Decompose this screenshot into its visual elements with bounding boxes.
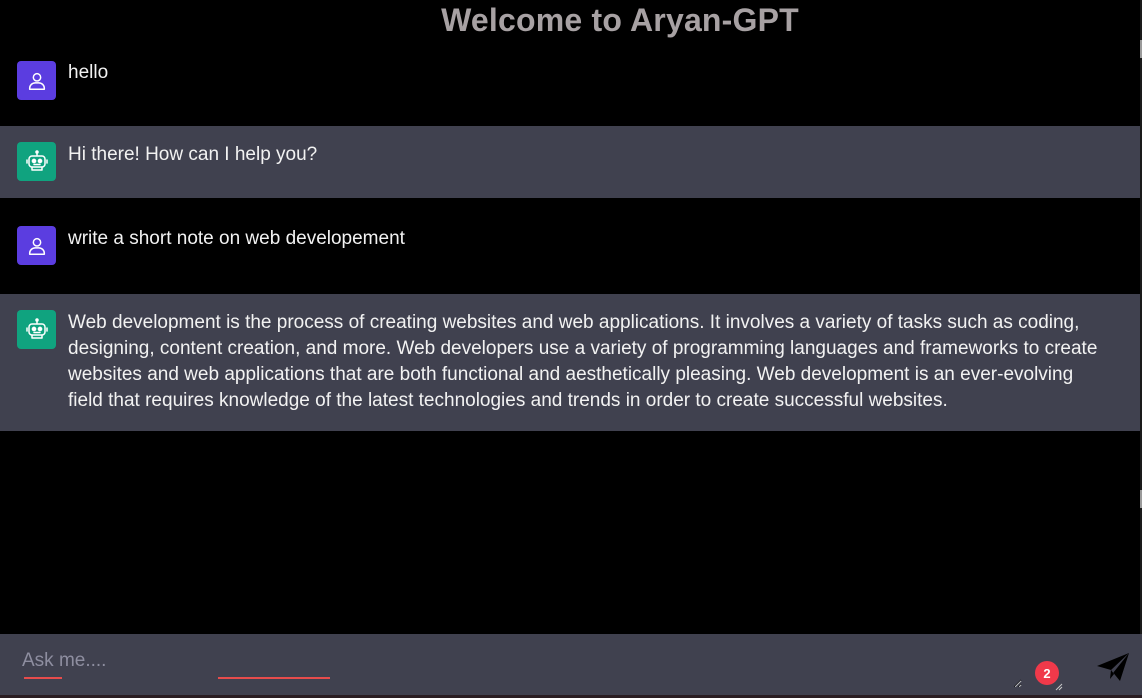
user-icon (28, 237, 45, 255)
user-avatar (17, 226, 56, 265)
composer-bar (0, 634, 1142, 698)
robot-icon (25, 149, 48, 171)
message-text: hello (68, 62, 109, 83)
user-avatar (17, 61, 56, 100)
chat-message-bot: Web development is the process of creati… (0, 294, 1140, 431)
bot-avatar (17, 142, 56, 181)
spellcheck-underline (24, 677, 62, 679)
message-text: write a short note on web developement (68, 228, 405, 249)
send-icon (1097, 653, 1129, 681)
chat-message-user: write a short note on web developement (0, 210, 1140, 294)
chat-message-bot: Hi there! How can I help you? (0, 126, 1140, 198)
message-text: Web development is the process of creati… (68, 312, 1098, 411)
resize-grip-icon[interactable] (1055, 683, 1063, 691)
chat-input[interactable] (22, 650, 1022, 688)
message-text: Hi there! How can I help you? (68, 144, 318, 165)
bot-avatar (17, 310, 56, 349)
robot-icon (25, 317, 48, 339)
chat-app: Welcome to Aryan-GPT hello Hi there! How… (0, 0, 1142, 698)
spellcheck-underline (218, 677, 330, 679)
notification-badge[interactable]: 2 (1035, 661, 1059, 685)
send-button[interactable] (1094, 650, 1132, 684)
chat-message-user: hello (0, 45, 1140, 126)
page-title: Welcome to Aryan-GPT (441, 2, 799, 38)
user-icon (28, 72, 45, 90)
